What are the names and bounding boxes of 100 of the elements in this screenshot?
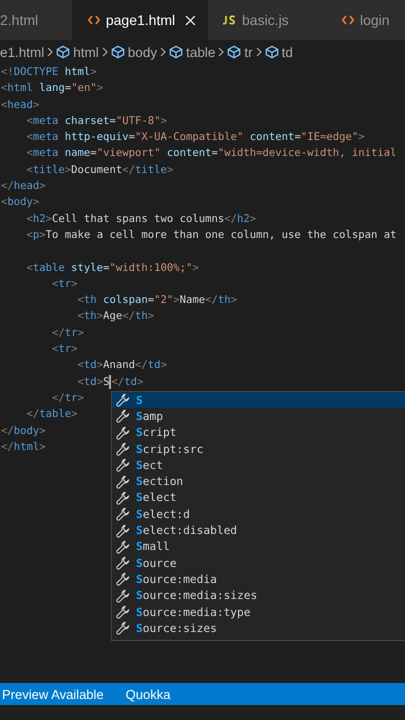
- tag-name: meta: [32, 131, 58, 144]
- tag-name: tr: [58, 278, 72, 290]
- suggestion-item[interactable]: S: [112, 392, 405, 408]
- code-punctuation: <: [76, 359, 84, 372]
- breadcrumb-item[interactable]: body: [128, 44, 158, 60]
- close-icon[interactable]: [185, 14, 196, 26]
- code-punctuation: >: [250, 212, 256, 225]
- code-punctuation: </: [224, 212, 238, 225]
- editor-tab[interactable]: page1.html: [72, 0, 208, 40]
- breadcrumb-item[interactable]: e1.html: [0, 44, 44, 60]
- code-text: =: [294, 131, 301, 144]
- code-text: =: [212, 147, 218, 160]
- code-punctuation: </: [1, 440, 14, 453]
- editor-tab[interactable]: login: [332, 0, 405, 40]
- attribute-name: lang: [38, 82, 65, 94]
- code-punctuation: <: [26, 164, 33, 176]
- breadcrumb-item[interactable]: table: [186, 44, 216, 60]
- tag-name: head: [7, 98, 33, 111]
- cube-icon: [264, 45, 279, 59]
- suggestion-item[interactable]: Select: [112, 490, 405, 506]
- code-punctuation: <: [26, 131, 33, 144]
- suggestion-item[interactable]: Select:disabled: [112, 522, 405, 539]
- code-punctuation: >: [39, 180, 46, 192]
- status-item[interactable]: Quokka: [126, 686, 170, 702]
- code-punctuation: >: [90, 66, 97, 78]
- breadcrumb-item[interactable]: html: [73, 44, 99, 60]
- tag-name: meta: [32, 114, 58, 127]
- suggestion-item[interactable]: Script: [112, 424, 405, 441]
- tag-name: html: [14, 440, 40, 453]
- suggestion-item[interactable]: Small: [112, 538, 405, 555]
- code-punctuation: >: [96, 376, 104, 388]
- wrench-icon: [116, 393, 130, 408]
- code-brackets-icon: [342, 15, 354, 25]
- wrench-icon: [116, 426, 130, 440]
- editor-tab[interactable]: 2.html: [0, 0, 72, 40]
- code-punctuation: <: [76, 294, 84, 306]
- attribute-name: content: [248, 131, 294, 144]
- code-punctuation: </: [51, 392, 65, 404]
- code-text: =: [90, 147, 97, 160]
- suggestion-item[interactable]: Select:d: [112, 506, 405, 522]
- code-punctuation: >: [32, 98, 40, 111]
- wrench-icon: [116, 458, 130, 472]
- tag-name: head: [14, 180, 40, 192]
- tag-name: td: [124, 376, 137, 388]
- status-item[interactable]: Preview Available: [2, 686, 104, 702]
- wrench-icon: [116, 540, 130, 554]
- wrench-icon: [116, 409, 130, 424]
- tag-name: tr: [64, 392, 78, 404]
- code-text: Name: [180, 294, 206, 306]
- suggestion-item[interactable]: Source:media:sizes: [112, 588, 405, 604]
- wrench-icon: [116, 572, 130, 586]
- suggestion-item[interactable]: Source:sizes: [112, 620, 405, 636]
- chevron-icon: [218, 47, 224, 57]
- code-punctuation: >: [358, 131, 365, 144]
- wrench-icon: [116, 490, 130, 505]
- code-text: Cell that spans two columns: [52, 212, 224, 225]
- cube-icon: [169, 45, 184, 59]
- chevron-icon: [102, 47, 108, 57]
- code-punctuation: >: [148, 310, 154, 322]
- wrench-icon: [116, 524, 130, 538]
- tag-name: body: [14, 424, 40, 437]
- tag-name: tr: [64, 326, 78, 339]
- suggestion-item[interactable]: Sect: [112, 457, 405, 474]
- tag-name: tr: [58, 343, 72, 356]
- tag-name: title: [134, 164, 167, 176]
- code-text: =: [148, 294, 154, 306]
- cube-icon: [56, 45, 70, 59]
- code-punctuation: <: [26, 114, 33, 127]
- code-punctuation: >: [39, 228, 46, 241]
- suggestion-item[interactable]: Samp: [112, 408, 405, 425]
- code-punctuation: <: [1, 82, 8, 94]
- code-punctuation: >: [78, 326, 84, 339]
- breadcrumb-item[interactable]: td: [282, 44, 293, 60]
- code-punctuation: >: [96, 359, 104, 372]
- code-punctuation: >: [137, 376, 144, 388]
- code-punctuation: <: [26, 212, 33, 225]
- suggestion-item[interactable]: Source:media:type: [112, 604, 405, 620]
- code-punctuation: >: [230, 294, 238, 306]
- code-punctuation: >: [71, 408, 78, 420]
- tag-name: body: [7, 196, 33, 208]
- code-punctuation: <: [26, 228, 33, 241]
- code-punctuation: </: [1, 180, 14, 192]
- wrench-icon: [116, 605, 130, 619]
- code-punctuation: >: [39, 424, 46, 437]
- code-punctuation: </: [111, 376, 124, 388]
- code-punctuation: >: [32, 196, 40, 208]
- code-punctuation: </: [26, 408, 40, 420]
- suggestion-item[interactable]: Source:media: [112, 571, 405, 588]
- code-punctuation: </: [1, 424, 14, 437]
- attribute-name: http-equiv: [64, 131, 129, 144]
- attribute-name: style: [70, 262, 104, 274]
- breadcrumb-item[interactable]: tr: [244, 44, 253, 60]
- attribute-name: charset: [64, 114, 110, 127]
- attribute-value: "2": [154, 294, 174, 306]
- code-punctuation: >: [160, 114, 167, 127]
- code-text: =: [109, 114, 116, 127]
- suggestion-item[interactable]: Source: [112, 554, 405, 572]
- suggestion-item[interactable]: Script:src: [112, 440, 405, 458]
- suggestion-item[interactable]: Section: [112, 473, 405, 490]
- editor-tab[interactable]: basic.js: [208, 0, 332, 40]
